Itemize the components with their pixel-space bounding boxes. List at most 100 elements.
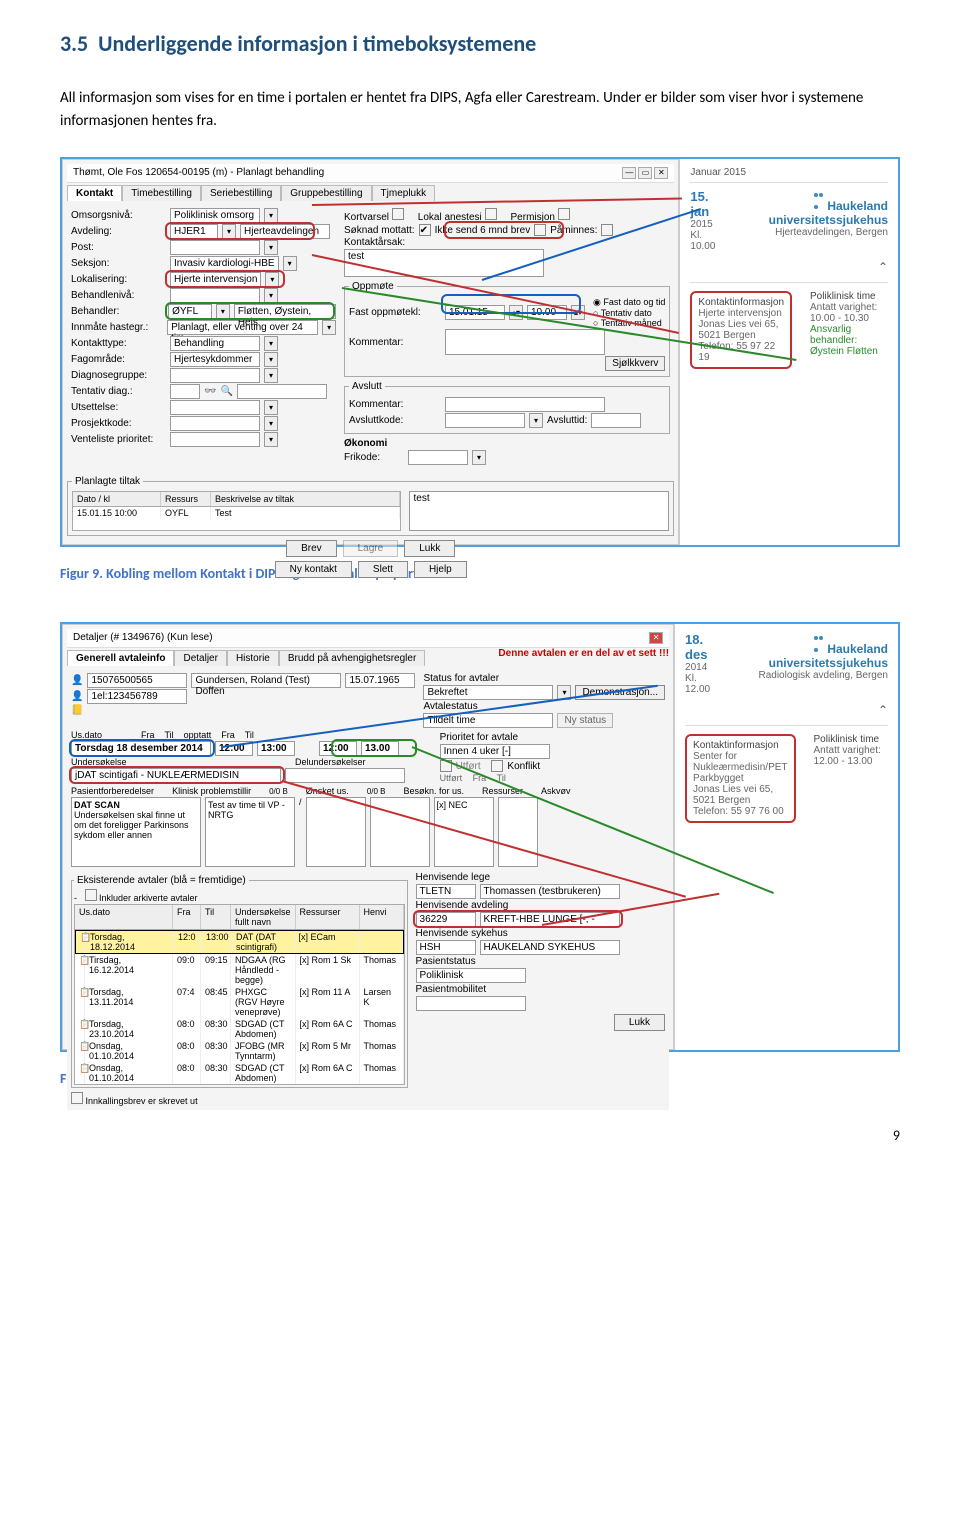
val-til[interactable]: 13:00 xyxy=(257,741,295,756)
sgd-button[interactable]: Sjølkkverv xyxy=(605,356,665,371)
patient-name[interactable]: Gundersen, Roland (Test) Doffen xyxy=(191,673,341,688)
lagre-button[interactable]: Lagre xyxy=(343,540,399,557)
chevron-down-icon[interactable]: ▾ xyxy=(529,413,543,428)
glasses-icon[interactable]: 👓 xyxy=(204,386,216,397)
val-pasientmob[interactable] xyxy=(416,996,526,1011)
chevron-down-icon[interactable]: ▾ xyxy=(264,240,278,255)
val-frikode[interactable] xyxy=(408,450,468,465)
val-avs-kommentar[interactable] xyxy=(445,397,605,412)
chevron-down-icon[interactable]: ▾ xyxy=(264,432,278,447)
val-seksjon[interactable]: Invasiv kardiologi-HBE xyxy=(170,256,279,271)
val-status[interactable]: Bekreftet xyxy=(423,685,553,700)
val-fagomraade[interactable]: Hjertesykdommer xyxy=(170,352,260,367)
val-venteliste[interactable] xyxy=(170,432,260,447)
val-pasientstatus[interactable]: Poliklinisk xyxy=(416,968,526,983)
val-prosjektkode[interactable] xyxy=(170,416,260,431)
checkbox[interactable] xyxy=(71,1092,83,1104)
checkbox[interactable] xyxy=(485,208,497,220)
chevron-down-icon[interactable]: ▾ xyxy=(264,288,278,303)
table-row[interactable]: 📋Torsdag, 23.10.201408:008:30SDGAD (CT A… xyxy=(75,1018,404,1040)
tab-detaljer[interactable]: Detaljer xyxy=(174,650,226,666)
lukk-button[interactable]: Lukk xyxy=(614,1014,665,1031)
table-row[interactable]: 15.01.15 10:00 OYFL Test xyxy=(73,507,400,519)
portal-hospital: Haukeland universitetssjukehus xyxy=(769,642,888,670)
tab-seriebestilling[interactable]: Seriebestilling xyxy=(201,185,281,201)
table-row[interactable]: 📋Torsdag, 18.12.201412:013:00DAT (DAT sc… xyxy=(75,930,404,954)
val-avs-kode[interactable] xyxy=(445,413,525,428)
val-delund[interactable] xyxy=(285,768,405,783)
chevron-down-icon[interactable]: ▾ xyxy=(264,416,278,431)
tab-kontakt[interactable]: Kontakt xyxy=(67,185,122,201)
tab-gruppebestilling[interactable]: Gruppebestilling xyxy=(281,185,371,201)
tab-timebestilling[interactable]: Timebestilling xyxy=(122,185,201,201)
tab-timeplukk[interactable]: Tjmeplukk xyxy=(372,185,436,201)
search-icon[interactable]: 🔍 xyxy=(220,386,232,397)
slett-button[interactable]: Slett xyxy=(358,561,408,578)
val-diagnosegruppe[interactable] xyxy=(170,368,260,383)
chevron-down-icon[interactable]: ▾ xyxy=(264,352,278,367)
val-post[interactable] xyxy=(170,240,260,255)
window-buttons[interactable]: —▭✕ xyxy=(622,167,668,179)
val-kommentar[interactable] xyxy=(445,329,605,355)
checkbox[interactable]: ✔ xyxy=(419,224,431,236)
lbl-prosjektkode: Prosjektkode: xyxy=(71,418,166,429)
hjelp-button[interactable]: Hjelp xyxy=(414,561,467,578)
val-behandleniva[interactable] xyxy=(170,288,260,303)
dscan-box: DAT SCAN Undersøkelsen skal finne ut om … xyxy=(71,797,201,867)
val-utsettelse[interactable] xyxy=(170,400,260,415)
chevron-down-icon[interactable]: ▾ xyxy=(283,256,297,271)
annotation-rect-red xyxy=(165,270,285,288)
tab-brudd[interactable]: Brudd på avhengighetsregler xyxy=(279,650,425,666)
chevron-down-icon[interactable]: ▾ xyxy=(472,450,486,465)
val-henvlegenavn[interactable]: Thomassen (testbrukeren) xyxy=(480,884,620,899)
eksist-legend: Eksisterende avtaler (blå = fremtidige) xyxy=(74,875,249,886)
checkbox[interactable] xyxy=(392,208,404,220)
table-row[interactable]: 📋Tirsdag, 16.12.201409:009:15NDGAA (RG H… xyxy=(75,954,404,986)
dips-buttons-2: Ny kontakt Slett Hjelp xyxy=(67,561,674,578)
checkbox[interactable] xyxy=(85,889,97,901)
nystatus-button[interactable]: Ny status xyxy=(557,713,613,728)
id-a[interactable]: 15076500565 xyxy=(87,673,187,688)
collapse-caret-icon[interactable]: ⌃ xyxy=(685,703,888,717)
person-icon: 👤 xyxy=(71,691,83,702)
dips-dialog: Thømt, Ole Fos 120654-00195 (m) - Planla… xyxy=(62,159,679,545)
lukk-button[interactable]: Lukk xyxy=(404,540,455,557)
eksist-group: Eksisterende avtaler (blå = fremtidige) … xyxy=(71,875,408,1088)
brev-button[interactable]: Brev xyxy=(286,540,337,557)
portal-behandler: Ansvarlig behandler: Øystein Fløtten xyxy=(810,324,888,357)
val-innen[interactable]: Innen 4 uker [-] xyxy=(440,744,550,759)
checkbox[interactable] xyxy=(491,760,503,772)
lbl-avdeling: Avdeling: xyxy=(71,226,166,237)
chevron-down-icon[interactable]: ▾ xyxy=(322,320,336,335)
val-henvlege[interactable]: TLETN xyxy=(416,884,476,899)
val-kontakttype[interactable]: Behandling xyxy=(170,336,260,351)
tab-historie[interactable]: Historie xyxy=(227,650,279,666)
checkbox[interactable] xyxy=(558,208,570,220)
lbl-lokalisering: Lokalisering: xyxy=(71,274,166,285)
planlagte-note[interactable]: test xyxy=(409,491,669,531)
val-kontaktarsak[interactable]: test xyxy=(344,249,544,277)
nykontakt-button[interactable]: Ny kontakt xyxy=(275,561,352,578)
val-avsluttid[interactable] xyxy=(591,413,641,428)
collapse-caret-icon[interactable]: ⌃ xyxy=(690,260,888,274)
book-icon[interactable]: 📒 xyxy=(71,705,83,716)
chevron-down-icon[interactable]: ▾ xyxy=(264,336,278,351)
checkbox[interactable] xyxy=(601,224,613,236)
chevron-down-icon[interactable]: ▾ xyxy=(264,208,278,223)
patient-dob[interactable]: 15.07.1965 xyxy=(345,673,415,688)
chevron-down-icon[interactable]: ▾ xyxy=(264,368,278,383)
table-row[interactable]: 📋Onsdag, 01.10.201408:008:30SDGAD (CT Ab… xyxy=(75,1062,404,1084)
table-row[interactable]: 📋Onsdag, 01.10.201408:008:30JFOBG (MR Ty… xyxy=(75,1040,404,1062)
val-henvsyknavn[interactable]: HAUKELAND SYKEHUS xyxy=(480,940,620,955)
val-tentativdiag2[interactable] xyxy=(237,384,327,399)
table-row[interactable]: 📋Torsdag, 13.11.201407:408:45PHXGC (RGV … xyxy=(75,986,404,1018)
tab-generell[interactable]: Generell avtaleinfo xyxy=(67,650,174,666)
lbl-diagnosegruppe: Diagnosegruppe: xyxy=(71,370,166,381)
window-buttons[interactable]: ✕ xyxy=(649,632,663,644)
val-omsorgsniva[interactable]: Poliklinisk omsorg xyxy=(170,208,260,223)
chevron-down-icon[interactable]: ▾ xyxy=(264,400,278,415)
val-tentativdiag[interactable] xyxy=(170,384,200,399)
val-henvsyk[interactable]: HSH xyxy=(416,940,476,955)
id-b[interactable]: 1el:123456789 xyxy=(87,689,187,704)
avslutt-group: Avslutt Kommentar: Avsluttkode:▾ Avslutt… xyxy=(344,381,670,434)
